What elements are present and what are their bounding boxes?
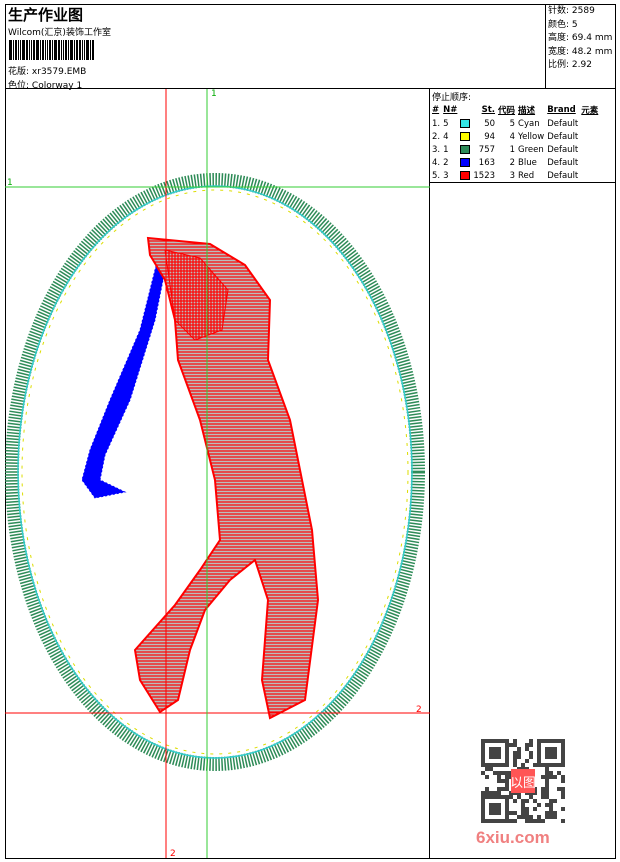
design-info: 针数: 2589 颜色: 5 高度: 69.4 mm 宽度: 48.2 mm 比…	[545, 4, 616, 89]
red-guide-label-right: 2	[416, 705, 422, 715]
info-colors: 颜色: 5	[548, 19, 578, 30]
info-height: 高度: 69.4 mm	[548, 33, 613, 43]
watermark: 6xiu.com	[476, 828, 550, 847]
golfer-figure	[133, 236, 320, 720]
barcode	[9, 40, 115, 60]
color-swatch	[460, 131, 471, 141]
design-label: 花版:	[8, 67, 30, 77]
color-row: 5. 3 1523 3 Red Default	[432, 170, 579, 181]
design-canvas: 1 1 2 2	[5, 89, 430, 859]
col-index: #	[432, 105, 440, 115]
color-swatch	[460, 170, 471, 180]
svg-text:以图: 以图	[510, 776, 536, 791]
stop-sequence-title: 停止顺序:	[432, 93, 472, 103]
info-stitches: 针数: 2589	[548, 6, 595, 16]
embroidery-preview: 1 1 2 2	[5, 89, 430, 859]
red-guide-label-bottom: 2	[170, 849, 176, 859]
col-element: 元素	[581, 106, 599, 116]
color-row: 2. 4 94 4 Yellow Default	[432, 131, 579, 142]
color-table: # N# St. 代码 描述 Brand 元素 1. 5 50 5 Cyan Defaul…	[432, 103, 601, 182]
col-stitches: St.	[481, 105, 496, 115]
design-file: 花版: xr3579.EMB	[8, 64, 86, 77]
qr-code: 以图	[481, 739, 565, 823]
golf-club	[81, 249, 169, 499]
page-title: 生产作业图	[8, 6, 84, 24]
design-value: xr3579.EMB	[31, 67, 87, 77]
green-guide-label-left: 1	[7, 178, 13, 188]
col-brand: Brand	[547, 105, 576, 115]
header: 生产作业图 Wilcom(汇京)装饰工作室 花版: xr3579.EMB 色位:…	[5, 4, 616, 91]
info-width: 宽度: 48.2 mm	[548, 46, 613, 57]
green-guide-label-top: 1	[211, 89, 217, 99]
col-swatch	[460, 103, 473, 117]
color-row: 3. 1 757 1 Green Default	[432, 144, 579, 155]
col-needle: N#	[443, 105, 458, 115]
col-description: 描述	[518, 106, 536, 116]
color-swatch	[460, 118, 471, 128]
stop-sequence-panel: 停止顺序: # N# St. 代码 描述 Brand 元素 1. 5 50 5 Cyan…	[430, 89, 616, 183]
color-swatch	[460, 157, 471, 167]
color-swatch	[460, 144, 471, 154]
subtitle: Wilcom(汇京)装饰工作室	[8, 28, 111, 38]
col-code: 代码	[498, 106, 516, 116]
info-scale: 比例: 2.92	[548, 60, 592, 70]
color-row: 4. 2 163 2 Blue Default	[432, 157, 579, 168]
color-row: 1. 5 50 5 Cyan Default	[432, 118, 579, 129]
